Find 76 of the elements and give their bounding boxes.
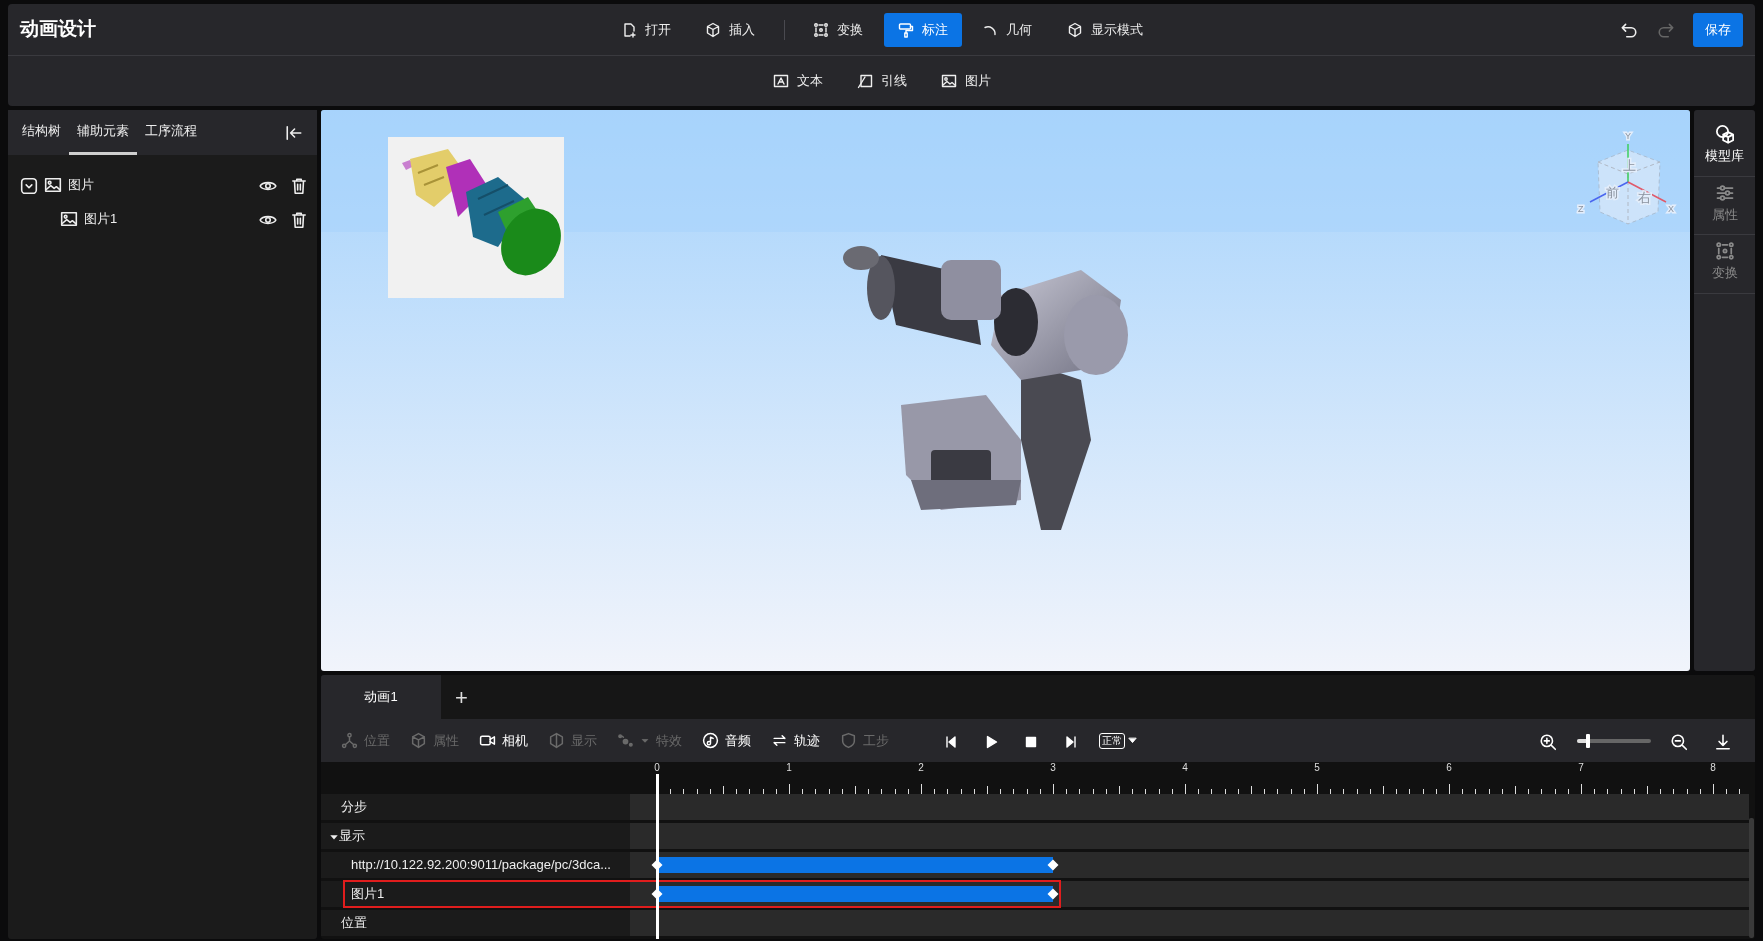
tick-label: 0 [654, 762, 660, 773]
half-cube-icon [548, 732, 565, 750]
save-button[interactable]: 保存 [1693, 12, 1743, 47]
cube-icon [705, 21, 721, 38]
trash-icon [289, 176, 308, 195]
toolbar-button[interactable]: 标注 [883, 12, 962, 47]
timeline-tool-button[interactable]: 轨迹 [761, 727, 830, 755]
sidebar-item[interactable]: 模型库 [1694, 118, 1755, 177]
tick-label: 4 [1182, 762, 1188, 773]
sparkle-icon [617, 732, 634, 750]
track-label: http://10.122.92.200:9011/package/pc/3dca... [351, 856, 611, 875]
animation-tab[interactable]: 动画1 [321, 675, 441, 720]
toolbar-button[interactable]: 几何 [968, 12, 1046, 47]
zoom-slider[interactable] [1576, 733, 1651, 748]
tick-label: 5 [1314, 762, 1320, 773]
text-frame-icon [772, 73, 789, 89]
cube-icon [410, 732, 427, 750]
timeline-tool-button[interactable]: 相机 [469, 727, 538, 755]
transform-icon [1714, 241, 1735, 261]
cubes-icon [1714, 124, 1735, 144]
tick-label: 1 [786, 762, 792, 773]
keyframe-marker[interactable] [651, 888, 663, 900]
zoom-out-icon [1670, 732, 1688, 751]
toolbar-button[interactable]: 显示模式 [1052, 12, 1157, 47]
image-icon [60, 210, 78, 228]
slider-thumb[interactable] [1585, 733, 1590, 748]
undo-icon [1620, 21, 1638, 40]
image-icon [44, 176, 62, 194]
panel-tab[interactable]: 结构树 [14, 110, 69, 155]
chevron-down-icon [20, 176, 38, 195]
keyframe-marker[interactable] [1047, 888, 1059, 900]
tick-label: 7 [1578, 762, 1584, 773]
track-label: 分步 [341, 798, 367, 817]
clip-bar[interactable] [657, 857, 1053, 873]
annotation-tool-button[interactable]: 引线 [842, 64, 921, 98]
keyframe-marker[interactable] [651, 859, 663, 871]
tree-item-label: 图片1 [84, 210, 119, 229]
redo-icon [1657, 21, 1676, 40]
expand-toggle[interactable] [20, 175, 38, 195]
download-icon [1714, 732, 1732, 751]
toolbar-button[interactable]: 插入 [691, 12, 769, 47]
sliders-icon [1714, 182, 1735, 203]
shield-icon [840, 732, 857, 750]
panel-tab[interactable]: 工序流程 [137, 110, 205, 155]
music-note-icon [702, 732, 719, 750]
tick-label: 3 [1050, 762, 1056, 773]
collapse-icon [285, 124, 303, 143]
annotation-tool-button[interactable]: 图片 [926, 64, 1005, 98]
tick-label: 6 [1446, 762, 1452, 773]
timeline-tool-button[interactable]: 音频 [692, 727, 761, 755]
sidebar-item[interactable]: 属性 [1694, 176, 1755, 235]
tree-item-label: 图片 [68, 176, 95, 195]
track-label: 位置 [341, 914, 367, 933]
app-title: 动画设计 [20, 18, 96, 40]
track-label: 显示 [339, 827, 365, 846]
transform-icon [813, 21, 829, 38]
nodes-icon [341, 732, 358, 750]
sidebar-item[interactable]: 变换 [1694, 235, 1755, 294]
cube-icon [1066, 21, 1083, 38]
annotation-tool-button[interactable]: 文本 [758, 64, 837, 98]
playback-speed-button[interactable]: 正常 [1090, 728, 1146, 753]
toolbar-button[interactable]: 打开 [606, 12, 685, 47]
trash-icon [289, 210, 308, 229]
tick-label: 8 [1710, 762, 1716, 773]
paint-roller-icon [897, 21, 914, 38]
track-label: 图片1 [351, 885, 385, 904]
keyframe-marker[interactable] [1047, 859, 1059, 871]
leader-frame-icon [856, 73, 873, 89]
toolbar-button[interactable]: 变换 [799, 12, 877, 47]
image-icon [940, 73, 957, 89]
panel-tab[interactable]: 辅助元素 [69, 110, 137, 155]
clip-bar[interactable] [657, 886, 1053, 902]
zoom-in-icon [1539, 732, 1557, 751]
scrollbar[interactable] [1749, 818, 1754, 938]
add-tab-button[interactable]: + [441, 675, 482, 720]
tick-label: 2 [918, 762, 924, 773]
